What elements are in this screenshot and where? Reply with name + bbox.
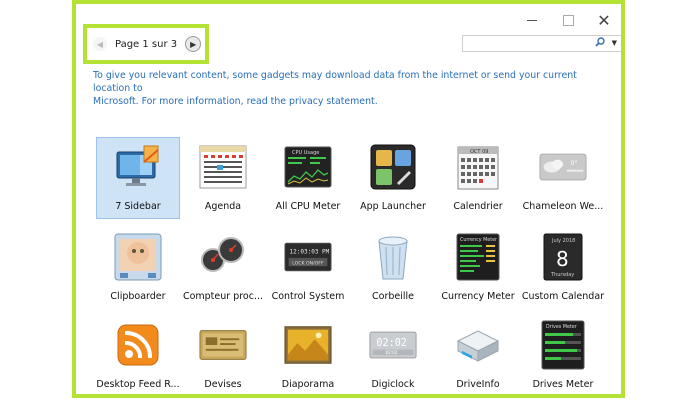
gadget-label: DriveInfo [456,379,500,390]
gadget-driveinfo[interactable]: DriveInfo [436,315,520,394]
close-icon: ✕ [597,10,611,30]
gadget-label: Clipboarder [110,291,166,302]
weather-temp: 0° [570,159,577,167]
gadget-diaporama[interactable]: Diaporama [266,315,350,394]
page-indicator: Page 1 sur 3 [115,38,178,50]
custom-cal-month: July 2018 [551,238,575,244]
app-launcher-icon [369,143,417,191]
privacy-statement-link[interactable]: Microsoft. For more information, read th… [93,95,613,108]
gadget-label: Digiclock [371,379,415,390]
custom-calendar-icon: July 2018 8 Thursday [539,233,587,281]
weather-icon: 0° [539,143,587,191]
gadget-label: Devises [204,379,242,390]
gadget-all-cpu-meter[interactable]: CPU Usage All CPU Meter [266,137,350,217]
cpu-caption: CPU Usage [292,150,319,156]
gadget-compteur-processeur[interactable]: Compteur proc... [181,227,265,307]
gadget-control-system[interactable]: 12:03:03 PM LOCK ON/OFF Control System [266,227,350,307]
custom-cal-weekday: Thursday [550,272,574,278]
clipboarder-icon [114,233,162,281]
digiclock-time: 02:02 [376,338,407,349]
cpu-meter-icon: CPU Usage [284,143,332,191]
digiclock-sub: 02:02 [386,350,398,355]
gadget-label: App Launcher [360,201,426,212]
gadget-label: Currency Meter [441,291,515,302]
gadget-label: Drives Meter [532,379,594,390]
gadget-grid: 7 Sidebar Agenda CPU Usage All CPU Meter… [96,137,616,394]
control-sub: LOCK ON/OFF [292,260,324,266]
gadget-corbeille[interactable]: Corbeille [351,227,435,307]
privacy-notice: To give you relevant content, some gadge… [93,69,613,108]
gadget-app-launcher[interactable]: App Launcher [351,137,435,217]
gauge-icon [199,233,247,281]
gadget-clipboarder[interactable]: Clipboarder [96,227,180,307]
calendar-header: OCT 09 [470,149,488,155]
agenda-icon [199,143,247,191]
search-icon[interactable] [595,37,605,50]
drives-title: Drives Meter [546,324,577,330]
gadget-agenda[interactable]: Agenda [181,137,265,217]
gadget-devises[interactable]: Devises [181,315,265,394]
gadgets-window: ✕ ◀ Page 1 sur 3 ▶ ▼ To give you relevan… [72,0,625,398]
gadget-label: Calendrier [453,201,503,212]
gadget-currency-meter[interactable]: Currency Meter Currency Meter [436,227,520,307]
rss-icon [114,321,162,369]
gadget-calendrier[interactable]: OCT 09 Calendrier [436,137,520,217]
currency-title: Currency Meter [460,237,497,243]
recycle-bin-icon [369,233,417,281]
slideshow-icon [284,321,332,369]
search-input[interactable] [463,41,589,57]
calendar-icon: OCT 09 [454,143,502,191]
currency-meter-icon: Currency Meter [454,233,502,281]
gadget-label: Control System [271,291,345,302]
search-box: ▼ [462,35,621,57]
gadget-label: Agenda [204,201,242,212]
notice-line-1: To give you relevant content, some gadge… [93,70,577,94]
control-system-icon: 12:03:03 PM LOCK ON/OFF [284,233,332,281]
gadget-label: Diaporama [281,379,335,390]
gadget-label: Custom Calendar [521,291,605,302]
gadget-drives-meter[interactable]: Drives Meter Drives Meter [521,315,605,394]
gadget-custom-calendar[interactable]: July 2018 8 Thursday Custom Calendar [521,227,605,307]
right-margin [625,0,700,400]
maximize-icon [562,14,574,26]
page-navigator: ◀ Page 1 sur 3 ▶ [83,24,209,64]
next-page-button[interactable]: ▶ [185,36,202,52]
gadget-label: Desktop Feed R... [96,379,180,390]
gadget-label: Compteur proc... [182,291,264,302]
control-time: 12:03:03 PM [290,248,330,255]
left-margin [0,0,72,400]
chevron-left-icon: ◀ [96,39,104,49]
close-button[interactable]: ✕ [588,10,620,30]
gadget-chameleon-weather[interactable]: 0° Chameleon We... [521,137,605,217]
minimize-icon [527,19,537,21]
gadget-digiclock[interactable]: 02:02 02:02 Digiclock [351,315,435,394]
hard-drive-icon [454,321,502,369]
drives-meter-icon: Drives Meter [539,320,587,370]
monitor-icon [114,143,162,191]
gadget-label: 7 Sidebar [115,201,161,212]
currency-card-icon [199,321,247,369]
chevron-right-icon: ▶ [190,39,197,49]
gadget-label: Corbeille [372,291,414,302]
gadget-7-sidebar[interactable]: 7 Sidebar [96,137,180,219]
custom-cal-day: 8 [556,247,569,271]
search-dropdown-icon[interactable]: ▼ [612,39,617,47]
previous-page-button[interactable]: ◀ [93,37,107,51]
maximize-button[interactable] [552,10,584,30]
minimize-button[interactable] [516,10,548,30]
digital-clock-icon: 02:02 02:02 [369,321,417,369]
gadget-label: All CPU Meter [275,201,341,212]
gadget-desktop-feed-reader[interactable]: Desktop Feed R... [96,315,180,394]
gadget-label: Chameleon We... [522,201,604,212]
